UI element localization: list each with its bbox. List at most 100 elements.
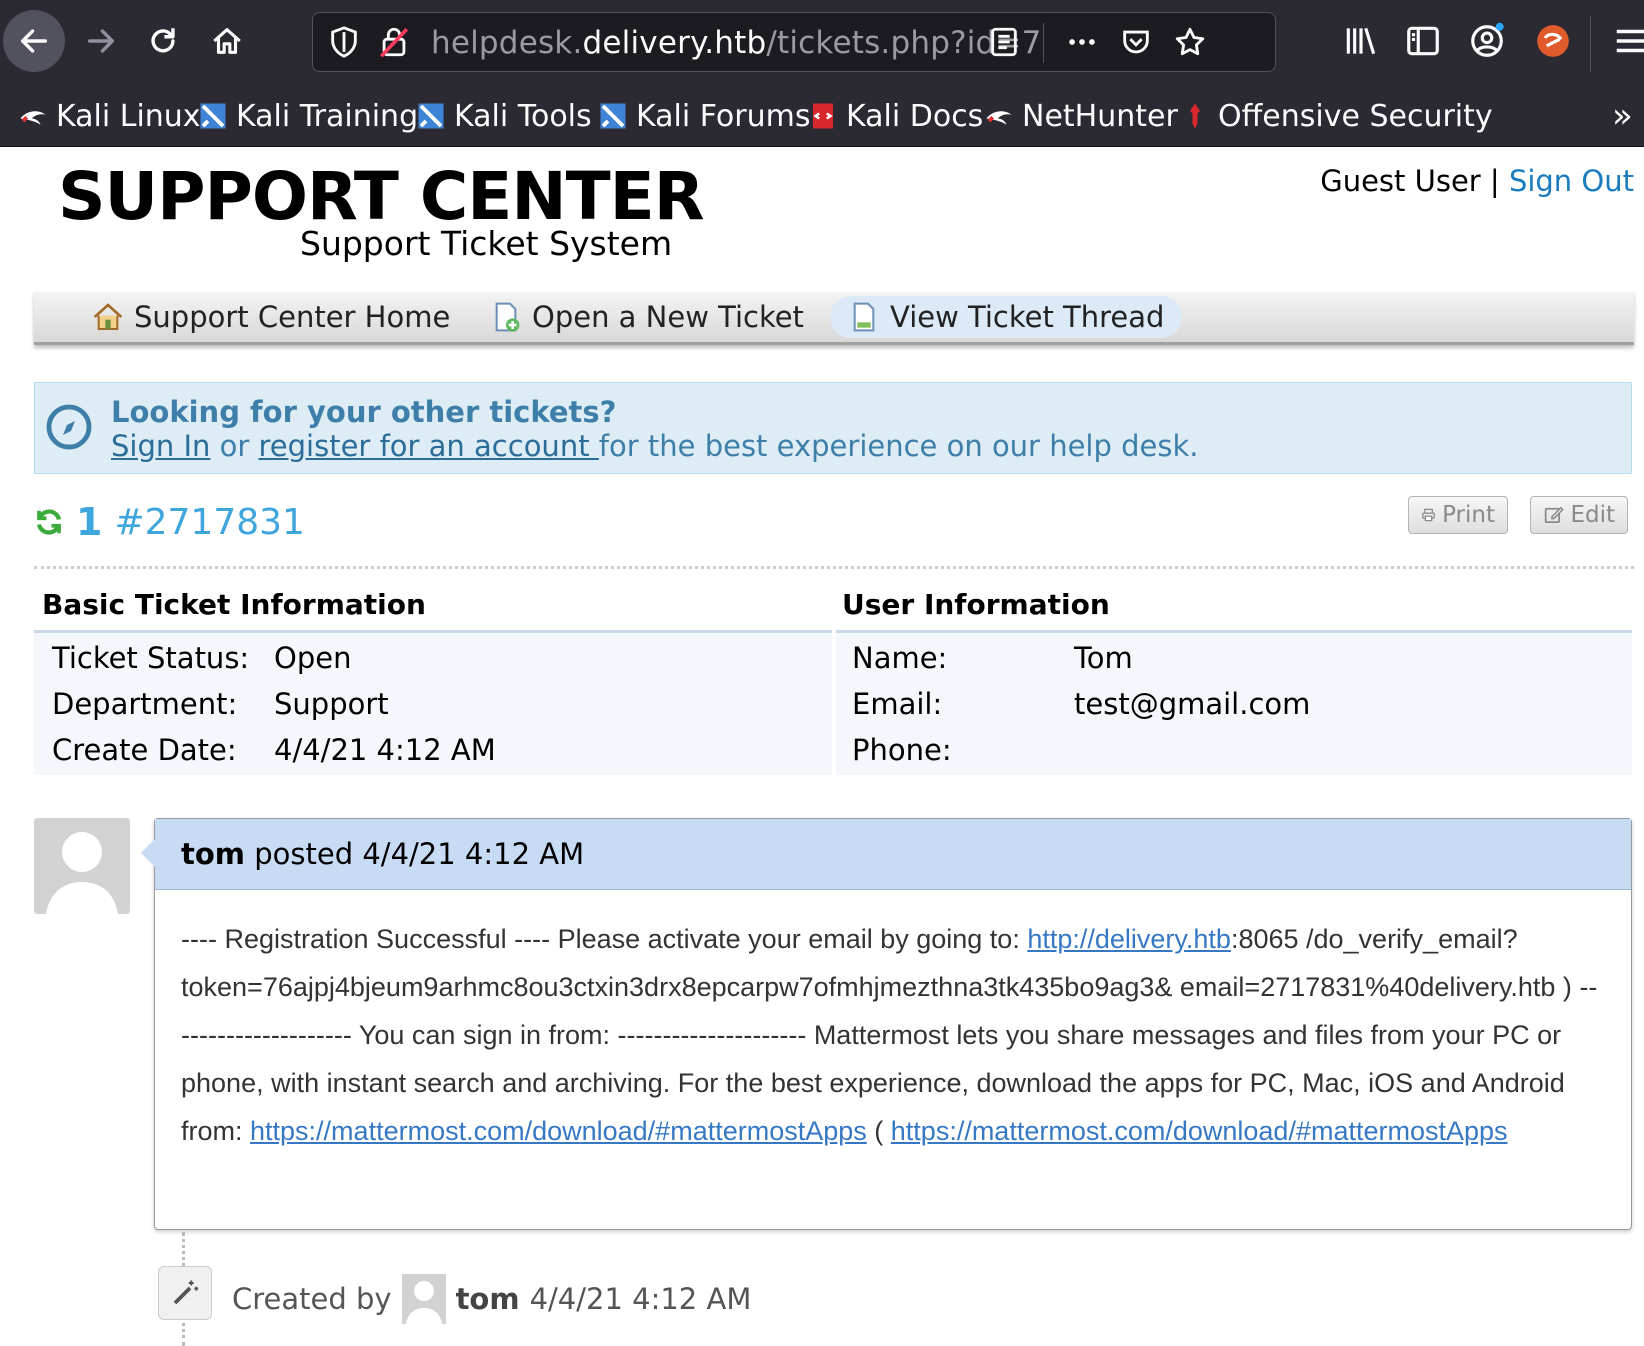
edit-button[interactable]: Edit xyxy=(1530,496,1628,534)
bookmark-kali-tools[interactable]: Kali Tools xyxy=(416,96,592,136)
edit-icon xyxy=(1544,506,1564,524)
basic-info-table: Ticket Status: Open Department: Support … xyxy=(34,630,832,775)
kali-sword-icon xyxy=(200,103,226,129)
mattermost-link-2[interactable]: https://mattermost.com/download/#matterm… xyxy=(891,1116,1508,1146)
user-silhouette-icon xyxy=(46,832,118,914)
offsec-icon xyxy=(1190,103,1200,129)
bookmark-kali-forums[interactable]: Kali Forums xyxy=(598,96,810,136)
hamburger-menu-icon[interactable] xyxy=(1612,22,1644,60)
delivery-link[interactable]: http://delivery.htb xyxy=(1027,924,1231,954)
body-text-2: :8065 /do_verify_email?token=76ajpj4bjeu… xyxy=(181,924,1598,1146)
nav-label: Open a New Ticket xyxy=(532,300,804,334)
edit-label: Edit xyxy=(1570,502,1615,528)
posted-text: posted xyxy=(245,837,363,871)
extension-icon[interactable] xyxy=(1534,22,1572,60)
kali-dragon-icon xyxy=(986,111,1012,125)
bookmark-kali-linux[interactable]: Kali Linux xyxy=(18,96,201,136)
email-label: Email: xyxy=(852,687,943,721)
notice-or: or xyxy=(210,429,259,463)
bookmark-label: Kali Forums xyxy=(636,98,811,134)
nav-open-new-ticket[interactable]: Open a New Ticket xyxy=(472,296,822,338)
nav-label: Support Center Home xyxy=(134,300,451,334)
post-meta: tom posted 4/4/21 4:12 AM xyxy=(181,837,584,871)
kali-dragon-icon xyxy=(20,111,46,125)
nav-support-home[interactable]: Support Center Home xyxy=(74,296,468,338)
event-author: tom xyxy=(455,1282,520,1316)
user-info-title: User Information xyxy=(842,588,1110,621)
name-value: Tom xyxy=(1074,641,1133,675)
ticket-header: 1 #2717831 xyxy=(34,500,305,544)
ticket-id-link[interactable]: #2717831 xyxy=(114,502,305,543)
logo-subtitle: Support Ticket System xyxy=(300,224,673,263)
post-author: tom xyxy=(181,837,246,871)
url-bar[interactable]: helpdesk.delivery.htb/tickets.php?id=7 xyxy=(312,12,1276,72)
magic-wand-icon xyxy=(173,1280,199,1305)
library-icon[interactable] xyxy=(1342,22,1380,60)
avatar xyxy=(34,818,130,914)
dotted-divider xyxy=(34,566,1634,569)
urlbar-divider xyxy=(1043,23,1044,63)
browser-toolbar: helpdesk.delivery.htb/tickets.php?id=7 xyxy=(0,0,1644,84)
bookmarks-bar: Kali Linux Kali Training Kali Tools Kali… xyxy=(0,84,1644,147)
department-value: Support xyxy=(274,687,389,721)
bookmark-label: Kali Tools xyxy=(454,98,592,134)
ticket-number: 1 xyxy=(76,500,103,544)
shield-icon[interactable] xyxy=(327,25,361,59)
document-icon xyxy=(853,302,875,332)
create-date-value: 4/4/21 4:12 AM xyxy=(274,733,496,767)
created-by-label: Created by xyxy=(232,1282,392,1316)
nav-view-ticket-thread[interactable]: View Ticket Thread xyxy=(830,296,1183,338)
reload-icon xyxy=(151,28,175,53)
url-text[interactable]: helpdesk.delivery.htb/tickets.php?id=7 xyxy=(431,25,1042,61)
register-link[interactable]: register for an account xyxy=(259,429,599,463)
kali-sword-icon xyxy=(418,103,444,129)
new-document-icon xyxy=(495,302,520,332)
reload-button[interactable] xyxy=(132,10,194,72)
bookmark-offensive-security[interactable]: Offensive Security xyxy=(1180,96,1493,136)
bookmark-star-icon[interactable] xyxy=(1173,25,1207,59)
department-label: Department: xyxy=(52,687,238,721)
sidebar-icon[interactable] xyxy=(1404,22,1442,60)
home-button[interactable] xyxy=(196,10,258,72)
created-event: Created by tom 4/4/21 4:12 AM xyxy=(232,1274,751,1324)
refresh-icon[interactable] xyxy=(34,507,64,537)
notice-title: Looking for your other tickets? xyxy=(111,395,617,429)
bookmarks-overflow-button[interactable]: » xyxy=(1612,96,1633,136)
create-date-label: Create Date: xyxy=(52,733,237,767)
insecure-lock-icon[interactable] xyxy=(377,25,411,59)
post-pointer xyxy=(141,839,155,867)
reader-view-icon[interactable] xyxy=(987,25,1021,59)
user-separator: | xyxy=(1480,164,1509,198)
sign-out-link[interactable]: Sign Out xyxy=(1509,164,1634,198)
pocket-icon[interactable] xyxy=(1119,25,1153,59)
phone-label: Phone: xyxy=(852,733,952,767)
more-actions-icon[interactable] xyxy=(1065,25,1099,59)
sign-in-link[interactable]: Sign In xyxy=(111,429,210,463)
forward-button[interactable] xyxy=(70,10,132,72)
body-text-1: ---- Registration Successful ---- Please… xyxy=(181,924,1028,954)
bookmark-label: Offensive Security xyxy=(1218,98,1493,134)
thread-entry-header: tom posted 4/4/21 4:12 AM xyxy=(155,819,1631,890)
account-icon[interactable] xyxy=(1468,22,1506,60)
back-button[interactable] xyxy=(3,10,65,72)
notice-text: Sign In or register for an account for t… xyxy=(111,429,1198,463)
kali-docs-icon xyxy=(813,103,833,129)
status-label: Ticket Status: xyxy=(52,641,250,675)
bookmark-nethunter[interactable]: NetHunter xyxy=(984,96,1178,136)
house-icon xyxy=(93,303,123,330)
guest-user-label: Guest User xyxy=(1320,164,1481,198)
print-button[interactable]: Print xyxy=(1408,496,1508,534)
bookmark-kali-docs[interactable]: Kali Docs xyxy=(808,96,983,136)
thread-entry: tom posted 4/4/21 4:12 AM ---- Registrat… xyxy=(141,818,1632,1230)
bookmark-label: Kali Docs xyxy=(846,98,984,134)
arrow-right-icon xyxy=(87,29,115,53)
kali-sword-icon xyxy=(600,103,626,129)
event-date: 4/4/21 4:12 AM xyxy=(529,1282,752,1316)
compass-icon xyxy=(46,404,92,450)
status-value: Open xyxy=(274,641,352,675)
notice-rest: for the best experience on our help desk… xyxy=(598,429,1199,463)
toolbar-divider xyxy=(1590,16,1591,72)
mattermost-link[interactable]: https://mattermost.com/download/#matterm… xyxy=(250,1116,867,1146)
event-badge xyxy=(158,1266,212,1320)
bookmark-kali-training[interactable]: Kali Training xyxy=(198,96,418,136)
